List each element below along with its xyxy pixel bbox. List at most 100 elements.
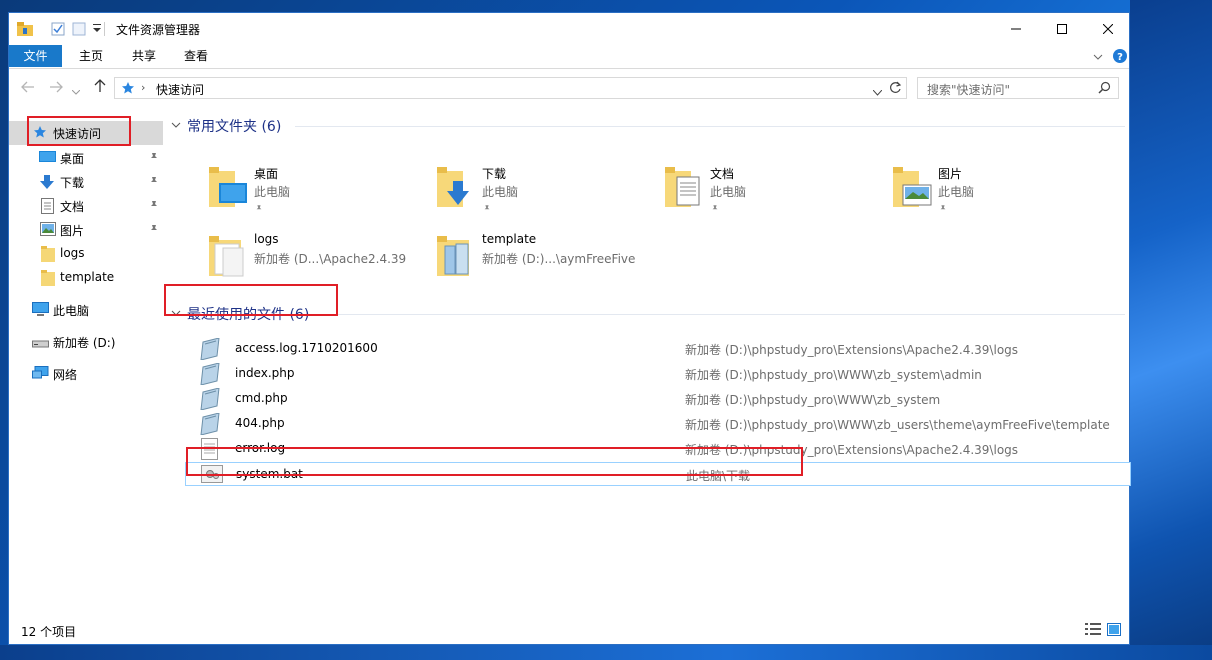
tab-home[interactable]: 主页 [66, 45, 116, 67]
nav-item-quick-access[interactable]: 快速访问 [9, 121, 163, 145]
nav-label: 下载 [60, 176, 85, 190]
folder-icon [41, 270, 55, 289]
file-path: 新加卷 (D:)\phpstudy_pro\WWW\zb_users\theme… [685, 418, 1110, 432]
forward-arrow-icon[interactable] [49, 81, 63, 96]
file-name: cmd.php [235, 391, 288, 405]
folder-tile-pictures[interactable]: 图片 此电脑 [893, 165, 1118, 225]
address-dropdown-icon[interactable] [872, 85, 883, 99]
nav-item-downloads[interactable]: 下载 [9, 170, 163, 194]
expand-ribbon-icon[interactable] [1093, 50, 1103, 64]
tile-location: 此电脑 [482, 185, 519, 199]
nav-item-pictures[interactable]: 图片 [9, 218, 163, 242]
star-icon [33, 125, 47, 142]
refresh-icon[interactable] [889, 81, 902, 97]
recent-file-row[interactable]: cmd.php 新加卷 (D:)\phpstudy_pro\WWW\zb_sys… [185, 387, 1131, 411]
tile-name: 文档 [710, 167, 735, 181]
up-arrow-icon[interactable] [94, 79, 106, 96]
nav-item-desktop[interactable]: 桌面 [9, 146, 163, 170]
breadcrumb-chevron-icon[interactable]: › [141, 81, 145, 94]
folder-tile-template[interactable]: template 新加卷 (D:)...\aymFreeFive [437, 232, 662, 292]
address-bar[interactable]: › 快速访问 [114, 77, 907, 99]
svg-text:?: ? [1117, 52, 1123, 63]
nav-item-template[interactable]: template [9, 266, 163, 290]
picture-icon [40, 222, 56, 239]
recent-file-row[interactable]: 404.php 新加卷 (D:)\phpstudy_pro\WWW\zb_use… [185, 412, 1131, 436]
computer-icon [32, 302, 49, 320]
folder-tile-downloads[interactable]: 下载 此电脑 [437, 165, 662, 225]
status-item-count: 12 个项目 [21, 625, 77, 639]
back-arrow-icon[interactable] [21, 81, 35, 96]
nav-label: 文档 [60, 200, 85, 214]
pin-icon[interactable] [149, 199, 159, 213]
drive-icon [32, 337, 49, 351]
folder-tile-documents[interactable]: 文档 此电脑 [665, 165, 890, 225]
customize-qat-icon[interactable] [93, 21, 101, 38]
navigation-pane: 快速访问 桌面 下载 文档 图片 logs template 此电脑 新加卷 (… [9, 109, 165, 619]
recent-file-row[interactable]: index.php 新加卷 (D:)\phpstudy_pro\WWW\zb_s… [185, 362, 1131, 386]
recent-files-header[interactable]: 最近使用的文件 (6) [171, 303, 309, 325]
recent-file-row[interactable]: error.log 新加卷 (D:)\phpstudy_pro\Extensio… [185, 437, 1131, 461]
script-file-icon [199, 362, 221, 388]
file-path: 新加卷 (D:)\phpstudy_pro\WWW\zb_system\admi… [685, 368, 982, 382]
collapse-chevron-icon[interactable] [171, 121, 181, 132]
folder-tile-desktop[interactable]: 桌面 此电脑 [209, 165, 434, 225]
network-icon [32, 366, 49, 384]
file-name: access.log.1710201600 [235, 341, 378, 355]
script-file-icon [199, 412, 221, 438]
group-title: 最近使用的文件 (6) [187, 307, 310, 323]
tile-name: 下载 [482, 167, 507, 181]
tab-file[interactable]: 文件 [9, 45, 62, 67]
nav-item-drive-d[interactable]: 新加卷 (D:) [9, 330, 163, 354]
tab-view[interactable]: 查看 [171, 45, 221, 67]
download-icon [39, 174, 55, 193]
help-icon[interactable]: ? [1113, 49, 1127, 66]
file-name: 404.php [235, 416, 285, 430]
desktop-wallpaper [1130, 0, 1212, 660]
frequent-folders-header[interactable]: 常用文件夹 (6) [171, 115, 281, 137]
tile-location: 新加卷 (D...\Apache2.4.39 [254, 252, 407, 266]
title-separator [104, 22, 105, 36]
document-icon [41, 198, 54, 217]
nav-label: 新加卷 (D:) [53, 336, 116, 350]
close-button[interactable] [1085, 13, 1131, 45]
window-title: 文件资源管理器 [116, 23, 201, 37]
pin-icon[interactable] [149, 223, 159, 237]
properties-icon[interactable] [51, 22, 65, 39]
recent-locations-icon[interactable] [71, 84, 81, 98]
nav-item-logs[interactable]: logs [9, 242, 163, 266]
recent-file-row-selected[interactable]: system.bat 此电脑\下载 [185, 462, 1131, 486]
search-box[interactable]: 搜索"快速访问" [917, 77, 1119, 99]
recent-file-row[interactable]: access.log.1710201600 新加卷 (D:)\phpstudy_… [185, 337, 1131, 361]
pin-icon[interactable] [149, 175, 159, 189]
file-path: 新加卷 (D:)\phpstudy_pro\WWW\zb_system [685, 393, 941, 407]
pin-icon[interactable] [149, 151, 159, 165]
batch-file-icon [201, 465, 223, 486]
tile-name: 桌面 [254, 167, 279, 181]
search-icon[interactable] [1098, 81, 1111, 97]
file-path: 此电脑\下载 [686, 469, 751, 483]
nav-label: 快速访问 [53, 127, 102, 141]
new-folder-icon[interactable] [72, 22, 86, 39]
large-icons-view-icon[interactable] [1107, 623, 1121, 639]
documents-folder-icon [665, 165, 705, 212]
quick-access-star-icon [121, 81, 135, 98]
details-view-icon[interactable] [1085, 623, 1101, 638]
file-name: error.log [235, 441, 286, 455]
nav-label: template [60, 270, 115, 284]
collapse-chevron-icon[interactable] [171, 309, 181, 320]
tab-share[interactable]: 共享 [119, 45, 169, 67]
pin-icon [483, 202, 491, 216]
minimize-button[interactable] [993, 13, 1039, 45]
file-name: system.bat [236, 467, 303, 481]
maximize-button[interactable] [1039, 13, 1085, 45]
breadcrumb-quick-access[interactable]: 快速访问 [156, 81, 204, 98]
search-placeholder: 搜索"快速访问" [927, 83, 1011, 97]
explorer-window: 文件资源管理器 文件 主页 共享 查看 ? › 快速访问 搜索"快速访问" 快速… [8, 12, 1131, 645]
nav-item-documents[interactable]: 文档 [9, 194, 163, 218]
folder-tile-logs[interactable]: logs 新加卷 (D...\Apache2.4.39 [209, 232, 434, 292]
pictures-folder-icon [893, 165, 933, 212]
content-pane: 常用文件夹 (6) 桌面 此电脑 下载 此电脑 文档 此电脑 图片 此电脑 lo… [165, 109, 1131, 619]
nav-label: 网络 [53, 368, 78, 382]
nav-item-this-pc[interactable]: 此电脑 [9, 298, 163, 322]
nav-item-network[interactable]: 网络 [9, 362, 163, 386]
